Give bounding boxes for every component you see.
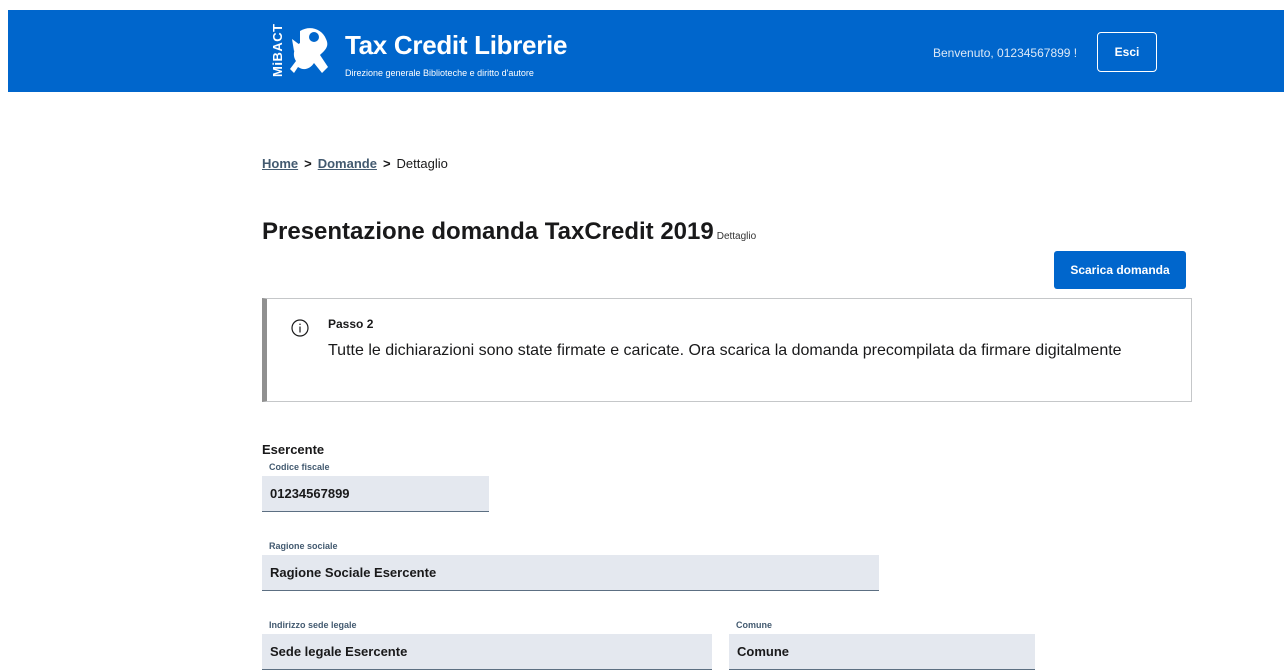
breadcrumb-separator: > [304, 156, 312, 171]
download-application-button[interactable]: Scarica domanda [1054, 251, 1186, 289]
comune-label: Comune [736, 620, 772, 630]
svg-text:MiBACT: MiBACT [270, 23, 285, 77]
info-icon [291, 319, 309, 337]
breadcrumb-home-link[interactable]: Home [262, 156, 298, 171]
indirizzo-sede-legale-field[interactable] [262, 634, 712, 670]
info-alert: Passo 2 Tutte le dichiarazioni sono stat… [262, 298, 1192, 402]
site-header [8, 10, 1284, 92]
breadcrumb-current: Dettaglio [396, 156, 448, 171]
page-subtitle: Dettaglio [716, 231, 757, 242]
welcome-message: Benvenuto, 01234567899 ! [933, 46, 1078, 60]
breadcrumb-separator: > [382, 156, 391, 171]
comune-field[interactable] [729, 634, 1035, 670]
mibact-logo[interactable]: MiBACT [270, 19, 334, 81]
breadcrumb: Home > Domande > Dettaglio [262, 156, 448, 171]
brand-title[interactable]: Tax Credit Librerie [345, 30, 567, 61]
alert-title: Passo 2 [328, 317, 374, 331]
page-title-text: Presentazione domanda TaxCredit 2019 [262, 218, 714, 245]
page-title: Presentazione domanda TaxCredit 2019 Dett… [262, 218, 756, 246]
codice-fiscale-label: Codice fiscale [269, 462, 330, 472]
breadcrumb-domande-link[interactable]: Domande [318, 156, 377, 171]
brand-subtitle: Direzione generale Biblioteche e diritto… [345, 68, 534, 78]
top-strip [0, 0, 1284, 10]
logout-button[interactable]: Esci [1097, 32, 1157, 72]
indirizzo-sede-legale-label: Indirizzo sede legale [269, 620, 357, 630]
ragione-sociale-field[interactable] [262, 555, 879, 591]
section-title-esercente: Esercente [262, 442, 325, 457]
ragione-sociale-label: Ragione sociale [269, 541, 338, 551]
alert-text: Tutte le dichiarazioni sono state firmat… [328, 342, 1122, 359]
codice-fiscale-field[interactable] [262, 476, 489, 512]
